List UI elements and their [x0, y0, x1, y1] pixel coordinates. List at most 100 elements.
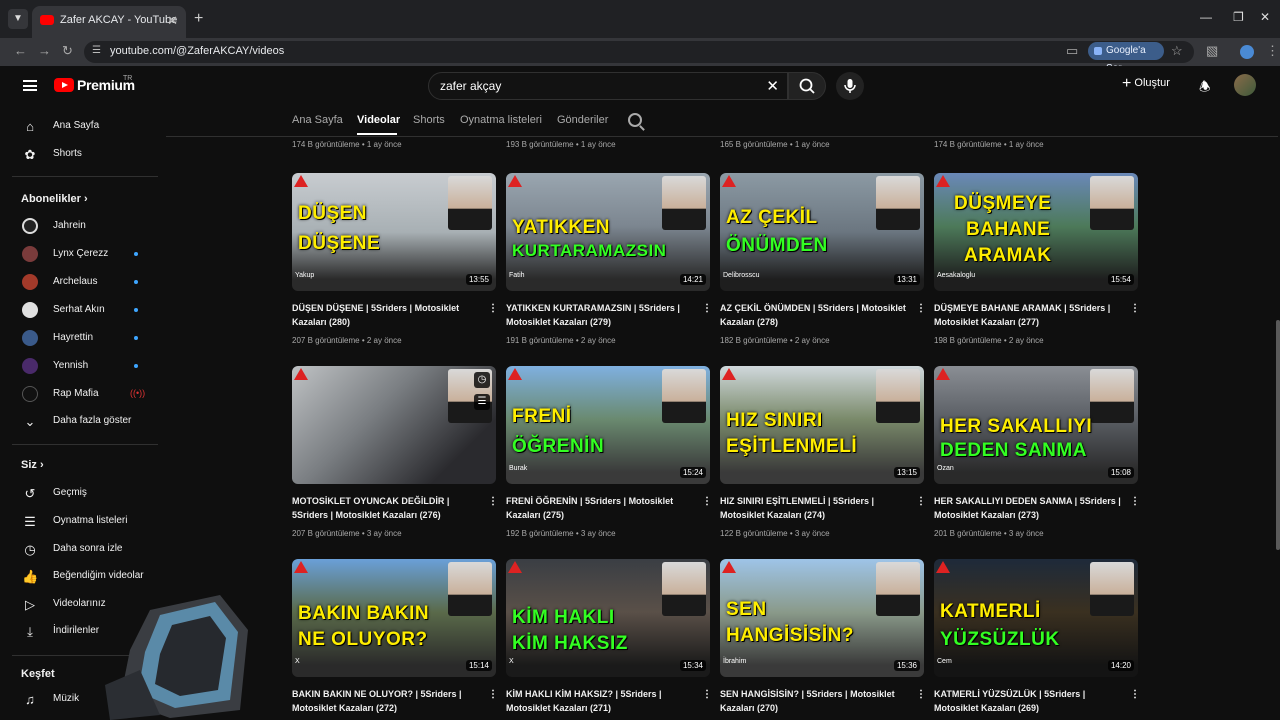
maximize-icon[interactable]: ❐: [1233, 10, 1244, 24]
scrollbar[interactable]: [1276, 320, 1280, 550]
video-title[interactable]: AZ ÇEKİL ÖNÜMDEN | 5Sriders | Motosiklet…: [720, 301, 908, 329]
minimize-icon[interactable]: —: [1200, 10, 1212, 24]
sidebar-item-shorts[interactable]: ✿ Shorts: [6, 141, 160, 167]
watch-later-icon[interactable]: ◷: [474, 372, 490, 388]
notifications-bell-icon[interactable]: 🕭: [1199, 78, 1211, 100]
video-thumbnail[interactable]: BAKIN BAKIN NE OLUYOR? X 15:14: [292, 559, 496, 677]
sidebar-channel[interactable]: Jahrein: [6, 213, 160, 239]
video-title[interactable]: HIZ SINIRI EŞİTLENMELİ | 5Sriders | Moto…: [720, 494, 908, 522]
more-options-icon[interactable]: ⋮: [702, 496, 712, 507]
video-thumbnail[interactable]: DÜŞEN DÜŞENE Yakup 13:55: [292, 173, 496, 291]
sidebar-channel[interactable]: Archelaus: [6, 269, 160, 295]
more-options-icon[interactable]: ⋮: [1130, 303, 1140, 314]
video-title[interactable]: HER SAKALLIYI DEDEN SANMA | 5Sriders | M…: [934, 494, 1122, 522]
google-ask-button[interactable]: Google'a Sor: [1088, 42, 1164, 74]
profile-icon[interactable]: [1240, 45, 1254, 59]
more-options-icon[interactable]: ⋮: [488, 303, 498, 314]
video-card[interactable]: SEN HANGİSİSİN? İbrahim 15:36 SEN HANGİS…: [720, 559, 926, 713]
sidebar-channel[interactable]: Lynx Çerezz: [6, 241, 160, 267]
video-card[interactable]: KİM HAKLI KİM HAKSIZ X 15:34 KİM HAKLI K…: [506, 559, 712, 713]
video-thumbnail[interactable]: YATIKKEN KURTARAMAZSIN Fatih 14:21: [506, 173, 710, 291]
more-options-icon[interactable]: ⋮: [916, 303, 926, 314]
video-title[interactable]: YATIKKEN KURTARAMAZSIN | 5Sriders | Moto…: [506, 301, 694, 329]
video-title[interactable]: BAKIN BAKIN NE OLUYOR? | 5Sriders | Moto…: [292, 687, 480, 715]
video-title[interactable]: FRENİ ÖĞRENİN | 5Sriders | Motosiklet Ka…: [506, 494, 694, 522]
add-to-queue-icon[interactable]: ☰: [474, 394, 490, 410]
video-title[interactable]: KİM HAKLI KİM HAKSIZ? | 5Sriders | Motos…: [506, 687, 694, 715]
video-thumbnail[interactable]: AZ ÇEKİL ÖNÜMDEN Delibrosscu 13:31: [720, 173, 924, 291]
sidebar-item-liked[interactable]: 👍 Beğendiğim videolar: [6, 563, 160, 589]
video-thumbnail[interactable]: HIZ SINIRI EŞİTLENMELİ 13:15: [720, 366, 924, 484]
search-input[interactable]: zafer akçay ✕: [428, 72, 788, 100]
extensions-icon[interactable]: ▧: [1206, 43, 1218, 59]
video-title[interactable]: KATMERLİ YÜZSÜZLÜK | 5Sriders | Motosikl…: [934, 687, 1122, 715]
sidebar-channel[interactable]: Serhat Akın: [6, 297, 160, 323]
video-thumbnail[interactable]: DÜŞMEYE BAHANE ARAMAK Aesakaloglu 15:54: [934, 173, 1138, 291]
video-card[interactable]: AZ ÇEKİL ÖNÜMDEN Delibrosscu 13:31 AZ ÇE…: [720, 173, 926, 345]
forward-icon[interactable]: →: [38, 43, 51, 58]
video-title[interactable]: SEN HANGİSİSİN? | 5Sriders | Motosiklet …: [720, 687, 908, 715]
site-info-icon[interactable]: ☰: [92, 45, 101, 56]
show-more-button[interactable]: ⌄ Daha fazla göster: [6, 408, 160, 434]
url-field[interactable]: ☰ youtube.com/@ZaferAKCAY/videos: [84, 41, 1194, 63]
bookmark-star-icon[interactable]: ☆: [1171, 43, 1183, 59]
more-options-icon[interactable]: ⋮: [488, 496, 498, 507]
video-thumbnail[interactable]: FRENİ ÖĞRENİN Burak 15:24: [506, 366, 710, 484]
more-options-icon[interactable]: ⋮: [916, 496, 926, 507]
search-button[interactable]: [788, 72, 826, 100]
video-card[interactable]: DÜŞMEYE BAHANE ARAMAK Aesakaloglu 15:54 …: [934, 173, 1140, 345]
avatar[interactable]: [1234, 74, 1256, 96]
video-card[interactable]: ◷ ☰ MOTOSİKLET OYUNCAK DEĞİLDİR | 5Sride…: [292, 366, 498, 538]
sidebar-item-playlists[interactable]: ☰ Oynatma listeleri: [6, 508, 160, 534]
video-card[interactable]: DÜŞEN DÜŞENE Yakup 13:55 DÜŞEN DÜŞENE | …: [292, 173, 498, 345]
more-options-icon[interactable]: ⋮: [702, 303, 712, 314]
reload-icon[interactable]: ↻: [62, 43, 73, 59]
clear-search-icon[interactable]: ✕: [766, 77, 779, 95]
youtube-logo-icon[interactable]: [54, 78, 74, 92]
sidebar-item-history[interactable]: ↺ Geçmiş: [6, 480, 160, 506]
more-options-icon[interactable]: ⋮: [488, 689, 498, 700]
tab-playlists[interactable]: Oynatma listeleri: [460, 114, 542, 126]
video-card[interactable]: HER SAKALLIYI DEDEN SANMA Ozan 15:08 HER…: [934, 366, 1140, 538]
video-title[interactable]: DÜŞMEYE BAHANE ARAMAK | 5Sriders | Motos…: [934, 301, 1122, 329]
tab-home[interactable]: Ana Sayfa: [292, 114, 343, 126]
video-title[interactable]: MOTOSİKLET OYUNCAK DEĞİLDİR | 5Sriders |…: [292, 494, 480, 522]
video-card[interactable]: FRENİ ÖĞRENİN Burak 15:24 FRENİ ÖĞRENİN …: [506, 366, 712, 538]
tab-videos[interactable]: Videolar: [357, 114, 400, 126]
cast-icon[interactable]: ▭: [1066, 43, 1078, 59]
more-options-icon[interactable]: ⋮: [702, 689, 712, 700]
tab-list-icon[interactable]: ▼: [8, 9, 28, 29]
close-window-icon[interactable]: ✕: [1260, 10, 1270, 24]
video-card[interactable]: YATIKKEN KURTARAMAZSIN Fatih 14:21 YATIK…: [506, 173, 712, 345]
browser-tab[interactable]: Zafer AKCAY - YouTube ✕: [32, 6, 186, 38]
video-card[interactable]: BAKIN BAKIN NE OLUYOR? X 15:14 BAKIN BAK…: [292, 559, 498, 713]
more-options-icon[interactable]: ⋮: [1130, 689, 1140, 700]
more-options-icon[interactable]: ⋮: [1130, 496, 1140, 507]
sidebar-channel[interactable]: Yennish: [6, 353, 160, 379]
sidebar-item-home[interactable]: ⌂ Ana Sayfa: [6, 113, 160, 139]
subscriptions-heading[interactable]: Abonelikler ›: [21, 193, 88, 205]
menu-icon[interactable]: ⋮: [1266, 43, 1279, 59]
video-card[interactable]: KATMERLİ YÜZSÜZLÜK Cem 14:20 KATMERLİ YÜ…: [934, 559, 1140, 713]
hamburger-menu-icon[interactable]: [23, 80, 37, 91]
back-icon[interactable]: ←: [14, 43, 27, 58]
video-thumbnail[interactable]: KATMERLİ YÜZSÜZLÜK Cem 14:20: [934, 559, 1138, 677]
you-heading[interactable]: Siz ›: [21, 459, 44, 471]
more-options-icon[interactable]: ⋮: [916, 689, 926, 700]
video-thumbnail[interactable]: HER SAKALLIYI DEDEN SANMA Ozan 15:08: [934, 366, 1138, 484]
channel-search-icon[interactable]: [628, 113, 642, 127]
video-card[interactable]: HIZ SINIRI EŞİTLENMELİ 13:15 HIZ SINIRI …: [720, 366, 926, 538]
tab-shorts[interactable]: Shorts: [413, 114, 445, 126]
new-tab-icon[interactable]: +: [194, 10, 203, 28]
video-thumbnail[interactable]: ◷ ☰: [292, 366, 496, 484]
voice-search-button[interactable]: [836, 72, 864, 100]
sidebar-item-watch-later[interactable]: ◷ Daha sonra izle: [6, 536, 160, 562]
video-thumbnail[interactable]: SEN HANGİSİSİN? İbrahim 15:36: [720, 559, 924, 677]
create-button[interactable]: + Oluştur: [1122, 75, 1170, 93]
sidebar-channel[interactable]: Hayrettin: [6, 325, 160, 351]
video-title[interactable]: DÜŞEN DÜŞENE | 5Sriders | Motosiklet Kaz…: [292, 301, 480, 329]
video-thumbnail[interactable]: KİM HAKLI KİM HAKSIZ X 15:34: [506, 559, 710, 677]
tab-posts[interactable]: Gönderiler: [557, 114, 608, 126]
sidebar-channel[interactable]: Rap Mafia ((•)): [6, 381, 160, 407]
close-tab-icon[interactable]: ✕: [167, 13, 178, 29]
